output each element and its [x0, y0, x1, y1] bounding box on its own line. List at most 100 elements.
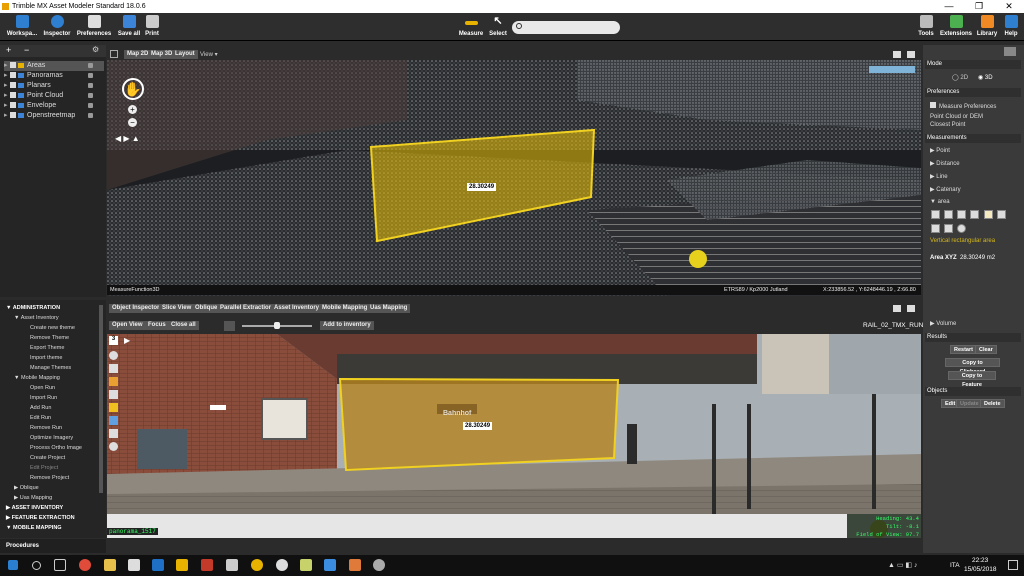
measure-volume-item[interactable]: ▶ Volume — [930, 320, 956, 327]
checkbox-icon[interactable] — [10, 72, 16, 78]
tree-arrow-icon[interactable]: ▶ — [6, 515, 10, 521]
tree-item[interactable]: Create Project — [30, 453, 65, 463]
language-indicator[interactable]: ITA — [950, 562, 960, 569]
tab-asset-inventory[interactable]: Asset Inventory — [271, 304, 323, 313]
tree-arrow-icon[interactable]: ▶ — [14, 495, 18, 501]
tree-item[interactable]: Remove Theme — [30, 333, 69, 343]
search-taskbar-icon[interactable] — [32, 561, 41, 570]
layer-pin-icon[interactable] — [88, 113, 93, 118]
app-orange-icon[interactable] — [349, 559, 361, 571]
copy-feature-button[interactable]: Copy to Feature — [948, 371, 996, 388]
file-explorer-icon[interactable] — [104, 559, 116, 571]
tab-uas-mapping[interactable]: Uas Mapping — [367, 304, 411, 313]
tool-b-icon[interactable] — [109, 364, 118, 373]
copy-clipboard-button[interactable]: Copy to Clipboard — [945, 358, 1000, 375]
maximize-bottom-icon[interactable] — [907, 305, 915, 312]
tree-item[interactable]: ▶ Uas Mapping — [14, 493, 52, 503]
tree-arrow-icon[interactable]: ▼ — [14, 375, 19, 381]
tree-arrow-icon[interactable]: ▼ — [6, 525, 11, 531]
chrome-icon[interactable] — [79, 559, 91, 571]
task-view-icon[interactable] — [54, 559, 66, 571]
measure-catenary-item[interactable]: ▶ Catenary — [930, 186, 961, 193]
view-menu[interactable]: View ▾ — [200, 51, 218, 58]
layer-pin-icon[interactable] — [88, 83, 93, 88]
notes-icon[interactable] — [300, 559, 312, 571]
tool-c-icon[interactable] — [109, 377, 118, 386]
area-tool-9-icon[interactable] — [957, 224, 966, 233]
add-layer-icon[interactable]: + — [6, 45, 11, 55]
area-tool-3-icon[interactable] — [957, 210, 966, 219]
clock-time[interactable]: 22:23 — [972, 557, 988, 564]
inspector-button[interactable]: Inspector — [42, 15, 72, 37]
tree-item[interactable]: Create new theme — [30, 323, 75, 333]
tree-item[interactable]: ▼ Asset Inventory — [14, 313, 59, 323]
measure-point-item[interactable]: ▶ Point — [930, 147, 950, 154]
tab-layout[interactable]: Layout — [172, 50, 198, 59]
tree-item[interactable]: ▼ MOBILE MAPPING — [6, 523, 62, 533]
gear-icon[interactable]: ⚙ — [92, 45, 99, 54]
area-tool-5-icon[interactable] — [984, 210, 993, 219]
settings-icon[interactable] — [276, 559, 288, 571]
tree-arrow-icon[interactable]: ▶ — [14, 485, 18, 491]
tree-item[interactable]: Export Theme — [30, 343, 64, 353]
tool-h-icon[interactable] — [109, 442, 118, 451]
start-windows-icon[interactable] — [8, 560, 18, 570]
tree-scrollbar[interactable] — [99, 305, 103, 493]
panorama-view[interactable]: 3 ▶ Bahnhof 28.30249 panorama_1517 Headi… — [107, 334, 921, 538]
area-tool-7-icon[interactable] — [931, 224, 940, 233]
tree-item[interactable]: Open Run — [30, 383, 55, 393]
clear-button[interactable]: Clear — [975, 345, 997, 354]
extensions-button[interactable]: Extensions — [939, 15, 973, 37]
clock-date[interactable]: 15/05/2018 — [964, 566, 997, 573]
photos-icon[interactable] — [226, 559, 238, 571]
checkbox-icon[interactable] — [10, 92, 16, 98]
tree-item[interactable]: Manage Themes — [30, 363, 71, 373]
area-tool-2-icon[interactable] — [944, 210, 953, 219]
opacity-slider-handle[interactable] — [274, 322, 280, 329]
tool-e-icon[interactable] — [109, 403, 118, 412]
tree-item[interactable]: Edit Project — [30, 463, 58, 473]
tool-d-icon[interactable] — [109, 390, 118, 399]
outlook-icon[interactable] — [152, 559, 164, 571]
close-all-button[interactable]: Close all — [168, 321, 199, 330]
tree-item[interactable]: Import Run — [30, 393, 57, 403]
maximize-view-icon[interactable] — [907, 51, 915, 58]
tree-arrow-icon[interactable]: ▼ — [6, 305, 11, 311]
checkbox-icon[interactable] — [10, 82, 16, 88]
remove-layer-icon[interactable]: − — [24, 45, 29, 55]
tree-item[interactable]: Edit Run — [30, 413, 51, 423]
tree-item[interactable]: Optimize Imagery — [30, 433, 73, 443]
play-icon[interactable]: ▶ — [124, 336, 130, 345]
point-cloud-3d-view[interactable]: ✋ + − ◀ ▶ ▲ 28.30249 — [107, 60, 921, 296]
measure-button[interactable]: Measure — [456, 15, 486, 37]
preferences-button[interactable]: Preferences — [76, 15, 112, 37]
layer-pin-icon[interactable] — [88, 103, 93, 108]
update-button[interactable]: Update — [956, 399, 983, 408]
workspace-button[interactable]: Workspa... — [4, 15, 40, 37]
measure-area-item[interactable]: ▼ area — [930, 199, 950, 205]
tree-item[interactable]: ▼ Mobile Mapping — [14, 373, 60, 383]
notifications-icon[interactable] — [1008, 560, 1018, 570]
tab-mobile-mapping[interactable]: Mobile Mapping — [319, 304, 371, 313]
tool-g-icon[interactable] — [109, 429, 118, 438]
procedures-tab[interactable]: Procedures — [0, 539, 106, 553]
measure-preferences-button[interactable]: Measure Preferences — [930, 102, 996, 110]
zoom-in-icon[interactable]: + — [128, 105, 137, 114]
tree-item[interactable]: Add Run — [30, 403, 51, 413]
camera-icon[interactable] — [224, 321, 235, 331]
delete-button[interactable]: Delete — [980, 399, 1005, 408]
measure-distance-item[interactable]: ▶ Distance — [930, 160, 960, 167]
tools-button[interactable]: Tools — [916, 15, 936, 37]
pan-arrows-icon[interactable]: ◀ ▶ ▲ — [115, 134, 140, 143]
minimize-button[interactable]: — — [934, 0, 964, 13]
search-input[interactable] — [512, 21, 620, 34]
layer-pin-icon[interactable] — [88, 73, 93, 78]
tree-arrow-icon[interactable]: ▶ — [6, 505, 10, 511]
open-view-button[interactable]: Open View — [109, 321, 146, 330]
tree-item[interactable]: ▶ ASSET INVENTORY — [6, 503, 63, 513]
panel-pin-icon[interactable] — [1004, 47, 1016, 56]
tree-item[interactable]: Remove Project — [30, 473, 69, 483]
layer-pin-icon[interactable] — [88, 63, 93, 68]
tree-item[interactable]: Remove Run — [30, 423, 62, 433]
tree-item[interactable]: ▶ FEATURE EXTRACTION — [6, 513, 75, 523]
